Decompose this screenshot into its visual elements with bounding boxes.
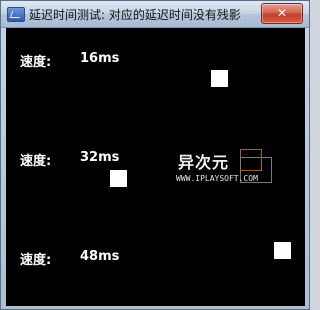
watermark-url: WWW.IPLAYSOFT.COM: [176, 174, 258, 183]
speed-label-3: 速度:: [20, 253, 52, 268]
speed-label-1: 速度:: [20, 55, 52, 70]
moving-square-2: [110, 170, 127, 187]
close-button[interactable]: ✕: [261, 3, 303, 24]
speed-value-2: 32ms: [80, 150, 120, 165]
test-canvas: 速度: 16ms 速度: 32ms 速度: 48ms 异次元 WWW.IPLAY…: [6, 28, 305, 306]
speed-label-2: 速度:: [20, 154, 52, 169]
window-title: 延迟时间测试: 对应的延迟时间没有残影: [29, 8, 241, 22]
app-window: 延迟时间测试: 对应的延迟时间没有残影 ✕ 速度: 16ms 速度: 32ms …: [0, 0, 310, 310]
app-icon: [7, 7, 25, 22]
moving-square-1: [211, 70, 228, 87]
watermark-logo: 异次元 WWW.IPLAYSOFT.COM: [170, 149, 278, 194]
speed-value-3: 48ms: [80, 249, 120, 264]
watermark-title: 异次元: [178, 153, 230, 172]
moving-square-3: [274, 242, 291, 259]
speed-value-1: 16ms: [80, 51, 120, 66]
title-bar[interactable]: 延迟时间测试: 对应的延迟时间没有残影 ✕: [1, 1, 309, 28]
